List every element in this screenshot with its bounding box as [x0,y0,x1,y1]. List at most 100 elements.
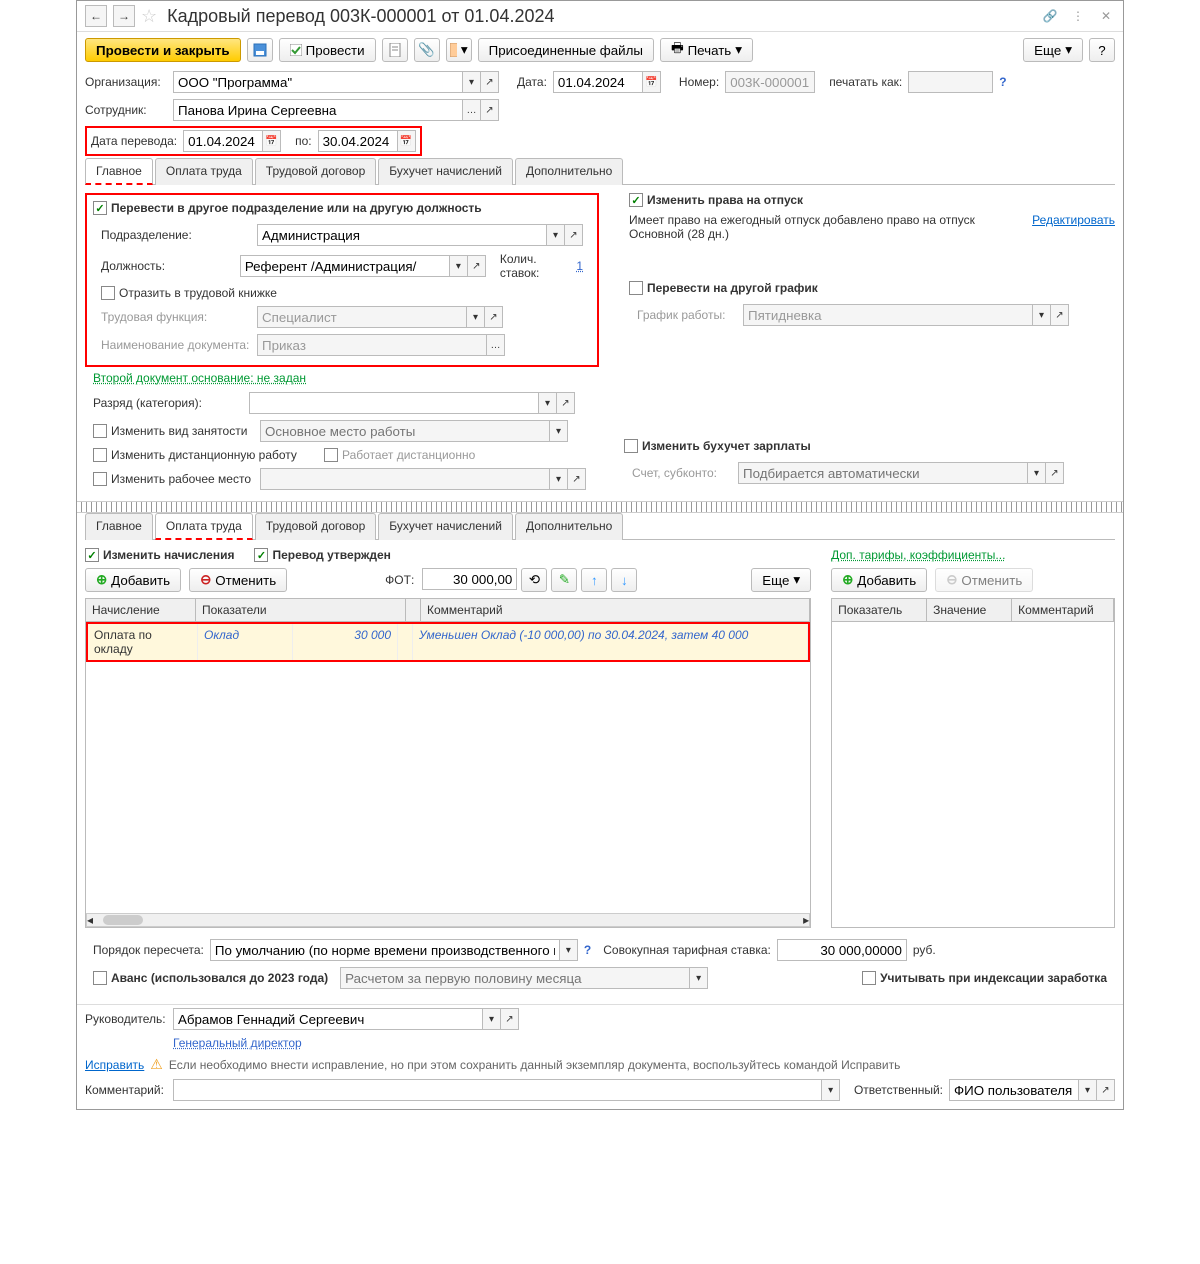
attached-files-button[interactable]: Присоединенные файлы [478,38,654,62]
checkbox-icon[interactable] [629,281,643,295]
drop-icon[interactable]: ▾ [483,1008,501,1030]
comment-input[interactable] [173,1079,822,1101]
checkbox-icon[interactable] [101,286,115,300]
link-icon[interactable]: 🔗 [1041,7,1059,25]
open-icon[interactable]: ↗ [481,71,499,93]
refresh-button[interactable]: ⟲ [521,568,547,592]
open-icon[interactable]: ↗ [485,306,503,328]
open-icon[interactable]: ↗ [1097,1079,1115,1101]
open-icon[interactable]: ↗ [568,468,586,490]
open-icon[interactable]: ↗ [557,392,575,414]
post-button[interactable]: Провести [279,38,376,62]
drop-icon[interactable]: ▾ [1033,304,1051,326]
checkbox-icon[interactable] [862,971,876,985]
open-icon[interactable]: ↗ [468,255,486,277]
tab-main[interactable]: Главное [85,158,153,185]
edit-pencil-button[interactable]: ✎ [551,568,577,592]
open-icon[interactable]: ↗ [501,1008,519,1030]
drop-icon[interactable]: ▾ [450,255,468,277]
col-comment2[interactable]: Комментарий [1012,599,1114,621]
open-icon[interactable]: ↗ [565,224,583,246]
drop-icon[interactable]: ▾ [1028,462,1046,484]
extra-tariffs-link[interactable]: Доп. тарифы, коэффициенты... [831,548,1115,562]
responsible-input[interactable] [949,1079,1079,1101]
transfer-approved-checkbox[interactable]: ✓Перевод утвержден [254,548,390,562]
ellipsis-icon[interactable]: … [463,99,481,121]
gendir-link[interactable]: Генеральный директор [173,1036,302,1050]
rate-input[interactable] [777,939,907,961]
tab-additional[interactable]: Дополнительно [515,158,623,185]
change-schedule-checkbox[interactable]: Перевести на другой график [629,281,1115,295]
tab-contract[interactable]: Трудовой договор [255,158,376,185]
drop-icon[interactable]: ▾ [560,939,578,961]
transfer-checkbox-row[interactable]: ✓ Перевести в другое подразделение или н… [93,201,591,215]
checkbox-icon[interactable]: ✓ [629,193,643,207]
second-doc-link[interactable]: Второй документ основание: не задан [93,371,306,385]
col-comment[interactable]: Комментарий [421,599,810,621]
save-button[interactable] [247,38,273,62]
checkbox-icon[interactable]: ✓ [254,548,268,562]
workbook-checkbox-row[interactable]: Отразить в трудовой книжке [93,283,591,303]
fot-input[interactable] [422,568,517,590]
change-emp-type-row[interactable]: Изменить вид занятости ▾ [85,417,594,445]
fix-link[interactable]: Исправить [85,1058,144,1072]
col-value[interactable]: Значение [927,599,1012,621]
edit-link[interactable]: Редактировать [1032,213,1115,241]
position-input[interactable] [240,255,450,277]
checkbox-icon[interactable] [93,971,107,985]
col-blank[interactable] [406,599,421,621]
tab2-pay[interactable]: Оплата труда [155,513,253,540]
checkbox-icon[interactable] [93,472,107,486]
rates-link[interactable]: 1 [576,259,583,273]
post-and-close-button[interactable]: Провести и закрыть [85,38,241,62]
tab2-accounting[interactable]: Бухучет начислений [378,513,513,540]
open-icon[interactable]: ↗ [1051,304,1069,326]
grade-input[interactable] [249,392,539,414]
change-remote-row[interactable]: Изменить дистанционную работу Работает д… [85,445,594,465]
checkbox-icon[interactable] [93,424,107,438]
checkbox-icon[interactable]: ✓ [85,548,99,562]
open-icon[interactable]: ↗ [1046,462,1064,484]
indexing-checkbox[interactable]: Учитывать при индексации заработка [862,971,1107,985]
change-accounting-checkbox[interactable]: Изменить бухучет зарплаты [624,439,1115,453]
date-input[interactable] [553,71,643,93]
move-up-button[interactable]: ↑ [581,568,607,592]
drop-icon[interactable]: ▾ [550,468,568,490]
help-button[interactable]: ? [1089,38,1115,62]
more-button[interactable]: Еще ▾ [1023,38,1083,62]
tab-accounting[interactable]: Бухучет начислений [378,158,513,185]
help-icon[interactable]: ? [584,943,591,957]
change-accruals-checkbox[interactable]: ✓Изменить начисления [85,548,234,562]
calendar-icon[interactable]: 📅 [398,130,416,152]
tab2-contract[interactable]: Трудовой договор [255,513,376,540]
col-accrual[interactable]: Начисление [86,599,196,621]
horizontal-scrollbar[interactable]: ◂▸ [86,913,810,927]
tab-pay[interactable]: Оплата труда [155,158,253,185]
favorite-star-icon[interactable]: ☆ [141,6,157,27]
attach-button[interactable]: 📎 [414,38,440,62]
org-input[interactable] [173,71,463,93]
drop-icon[interactable]: ▾ [547,224,565,246]
print-button[interactable]: 🖶 Печать ▾ [660,38,753,62]
form-icon-button[interactable]: ▾ [446,38,472,62]
add-button2[interactable]: ⊕ Добавить [831,568,927,592]
grid-row-selected[interactable]: Оплата по окладу Оклад 30 000 Уменьшен О… [86,622,810,662]
drop-icon[interactable]: ▾ [463,71,481,93]
drop-icon[interactable]: ▾ [690,967,708,989]
calendar-icon[interactable]: 📅 [643,71,661,93]
head-input[interactable] [173,1008,483,1030]
add-button[interactable]: ⊕ Добавить [85,568,181,592]
dept-input[interactable] [257,224,547,246]
employee-input[interactable] [173,99,463,121]
drop-icon[interactable]: ▾ [1079,1079,1097,1101]
to-date-input[interactable] [318,130,398,152]
open-icon[interactable]: ↗ [481,99,499,121]
document-icon-button[interactable] [382,38,408,62]
ellipsis-icon[interactable]: … [487,334,505,356]
checkbox-icon[interactable] [624,439,638,453]
calendar-icon[interactable]: 📅 [263,130,281,152]
cancel-button[interactable]: ⊖ Отменить [189,568,287,592]
forward-button[interactable]: → [113,5,135,27]
recalc-input[interactable] [210,939,560,961]
vacation-rights-checkbox[interactable]: ✓ Изменить права на отпуск [629,193,1115,207]
